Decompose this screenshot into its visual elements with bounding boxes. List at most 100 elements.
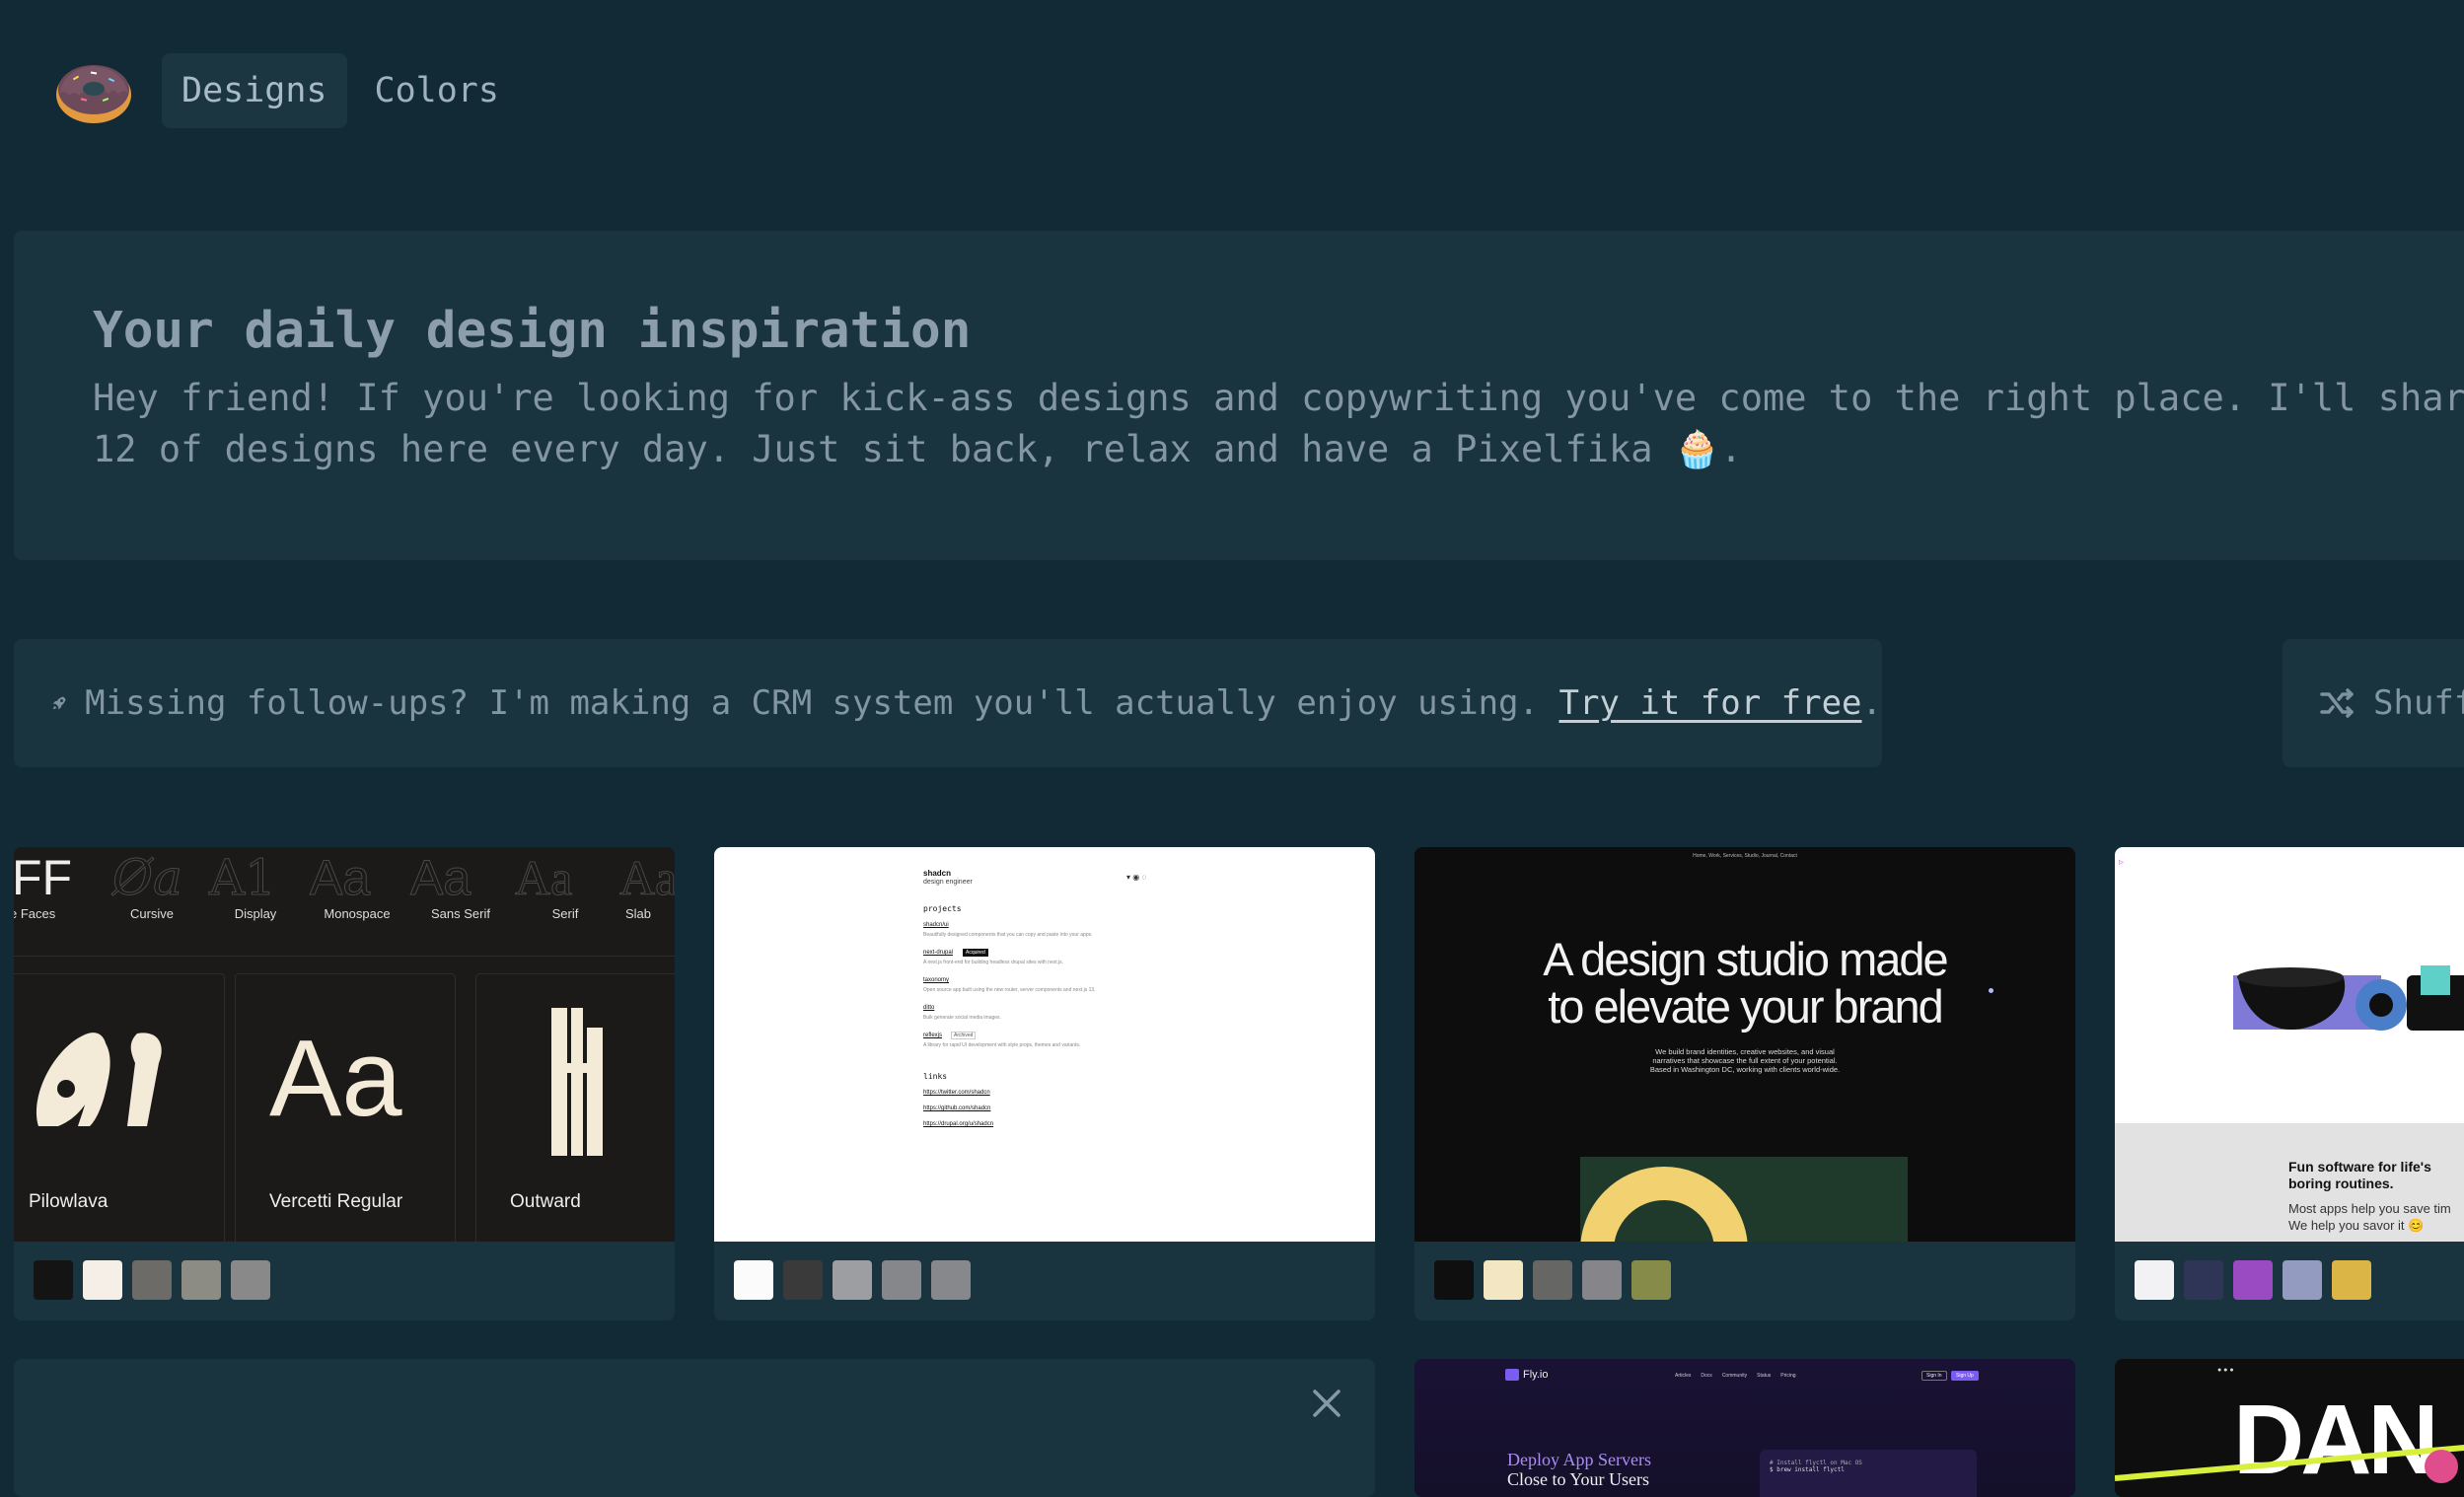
dark-bigtext: DAN [2233, 1385, 2439, 1495]
site-link[interactable]: https://twitter.com/shadcn [923, 1090, 990, 1096]
design-screenshot[interactable]: Home, Work, Services, Studio, Journal, C… [1414, 847, 2075, 1242]
design-card[interactable]: ▹ Fun software for life's boring routine… [2115, 847, 2464, 1320]
fly-screenshot[interactable]: Fly.io Articles Docs Community Status Pr… [1414, 1359, 2075, 1497]
fly-nav-item[interactable]: Articles [1675, 1373, 1691, 1379]
banner-text: Missing follow-ups? I'm making a CRM sys… [85, 683, 1559, 723]
hero-text: Hey friend! If you're looking for kick-a… [93, 377, 2464, 470]
rocket-icon [52, 696, 66, 710]
fly-nav: Articles Docs Community Status Pricing [1675, 1373, 1796, 1379]
fly-nav-item[interactable]: Status [1757, 1373, 1771, 1379]
color-swatch[interactable] [34, 1260, 73, 1300]
font-name: Vercetti Regular [269, 1191, 403, 1212]
newsletter-panel [14, 1359, 1375, 1497]
color-swatch[interactable] [2184, 1260, 2223, 1300]
color-swatch[interactable] [1631, 1260, 1671, 1300]
project-desc: A next.js front-end for building headles… [923, 960, 1064, 965]
category-label: Monospace [324, 906, 391, 921]
project-desc: Beautifully designed components that you… [923, 932, 1093, 938]
design-screenshot[interactable]: FF Øa A1 Aa Aa Aa Aa e Faces Cursive Dis… [14, 847, 675, 1242]
font-sample: Aa [269, 1018, 402, 1139]
color-swatch[interactable] [2233, 1260, 2273, 1300]
color-swatch[interactable] [1484, 1260, 1523, 1300]
software-subtext: Most apps help you save tim We help you … [2288, 1201, 2451, 1233]
shuffle-icon [2320, 688, 2354, 718]
dark-screenshot[interactable]: ● ● ● DAN [2115, 1359, 2464, 1497]
category-label: Slab [625, 906, 652, 921]
site-link[interactable]: https://github.com/shadcn [923, 1105, 990, 1111]
design-card[interactable]: Home, Work, Services, Studio, Journal, C… [1414, 847, 2075, 1320]
color-swatch[interactable] [1434, 1260, 1474, 1300]
design-card[interactable]: ● ● ● DAN [2115, 1359, 2464, 1497]
design-screenshot[interactable]: ▹ Fun software for life's boring routine… [2115, 847, 2464, 1242]
banner-suffix: . [1861, 683, 1882, 723]
nav-designs[interactable]: Designs [162, 53, 347, 128]
shuffle-label: Shuffle [2373, 683, 2464, 723]
color-swatch[interactable] [181, 1260, 221, 1300]
font-name: Outward [510, 1191, 581, 1212]
donut-icon[interactable] [53, 55, 134, 126]
project-badge: Acquired [963, 949, 988, 957]
fly-nav-item[interactable]: Docs [1701, 1373, 1711, 1379]
try-free-link[interactable]: Try it for free [1558, 683, 1861, 723]
color-swatch[interactable] [931, 1260, 971, 1300]
crm-banner: Missing follow-ups? I'm making a CRM sys… [14, 639, 1882, 767]
color-swatch[interactable] [734, 1260, 773, 1300]
avatar[interactable] [2425, 1450, 2458, 1483]
color-swatch[interactable] [2283, 1260, 2322, 1300]
fly-signup[interactable]: Sign Up [1951, 1371, 1979, 1381]
studio-art [1580, 1157, 1908, 1242]
project-name[interactable]: ditto [923, 1005, 934, 1011]
fly-nav-item[interactable]: Pricing [1780, 1373, 1795, 1379]
site-nav: Home, Work, Services, Studio, Journal, C… [1693, 853, 1797, 859]
project-name[interactable]: next-drupal [923, 950, 953, 956]
color-swatch[interactable] [132, 1260, 172, 1300]
category-label: e Faces [14, 906, 56, 921]
hero-title: Your daily design inspiration [93, 302, 972, 360]
projects-heading: projects [923, 904, 962, 913]
category-label: Serif [551, 906, 579, 921]
shuffle-button[interactable]: Shuffle [2283, 639, 2464, 767]
fly-logo-icon [1505, 1369, 1519, 1381]
design-screenshot[interactable]: shadcn design engineer ▾ ◉ ◌ projects sh… [714, 847, 1375, 1242]
studio-headline: A design studio made to elevate your bra… [1543, 933, 1948, 1033]
project-name[interactable]: shadcn/ui [923, 922, 949, 928]
color-swatch[interactable] [833, 1260, 872, 1300]
close-icon[interactable] [1312, 1389, 1341, 1418]
design-card[interactable]: shadcn design engineer ▾ ◉ ◌ projects sh… [714, 847, 1375, 1320]
color-swatch[interactable] [231, 1260, 270, 1300]
project-desc: A library for rapid UI development with … [923, 1042, 1081, 1048]
cursor-dot [1989, 988, 1993, 993]
fly-signin[interactable]: Sign In [1921, 1371, 1947, 1381]
color-swatch[interactable] [83, 1260, 122, 1300]
design-card[interactable]: Fly.io Articles Docs Community Status Pr… [1414, 1359, 2075, 1497]
links-heading: links [923, 1072, 948, 1081]
color-swatch[interactable] [1582, 1260, 1622, 1300]
fly-brand: Fly.io [1523, 1369, 1549, 1381]
color-swatch[interactable] [882, 1260, 921, 1300]
hero-3d-art [2233, 965, 2464, 1031]
site-link[interactable]: https://drupal.org/u/shadcn [923, 1121, 993, 1127]
color-swatches [734, 1260, 980, 1300]
project-name[interactable]: taxonomy [923, 977, 949, 983]
color-swatches [34, 1260, 280, 1300]
project-name[interactable]: reflexjs [923, 1033, 942, 1038]
design-card[interactable]: FF Øa A1 Aa Aa Aa Aa e Faces Cursive Dis… [14, 847, 675, 1320]
project-desc: Open source app built using the new rout… [923, 987, 1096, 993]
software-headline: Fun software for life's boring routines. [2288, 1159, 2431, 1191]
fly-nav-item[interactable]: Community [1722, 1373, 1747, 1379]
fly-code: # Install flyctl on Mac OS $ brew instal… [1760, 1450, 1977, 1497]
color-swatch[interactable] [1533, 1260, 1572, 1300]
fly-headline: Deploy App Servers Close to Your Users [1507, 1450, 1651, 1489]
project-badge: Archived [951, 1032, 977, 1039]
color-swatch[interactable] [783, 1260, 823, 1300]
color-swatch[interactable] [2135, 1260, 2174, 1300]
social-dots: ● ● ● [2217, 1367, 2234, 1374]
category-label: Cursive [129, 906, 175, 921]
color-swatch[interactable] [2332, 1260, 2371, 1300]
color-swatches [1434, 1260, 1681, 1300]
category-label: Display [234, 906, 277, 921]
project-desc: Bulk generate social media images. [923, 1015, 1001, 1021]
site-name: shadcn [923, 869, 952, 878]
nav-colors[interactable]: Colors [355, 53, 519, 128]
social-icons: ▾ ◉ ◌ [1126, 873, 1147, 882]
